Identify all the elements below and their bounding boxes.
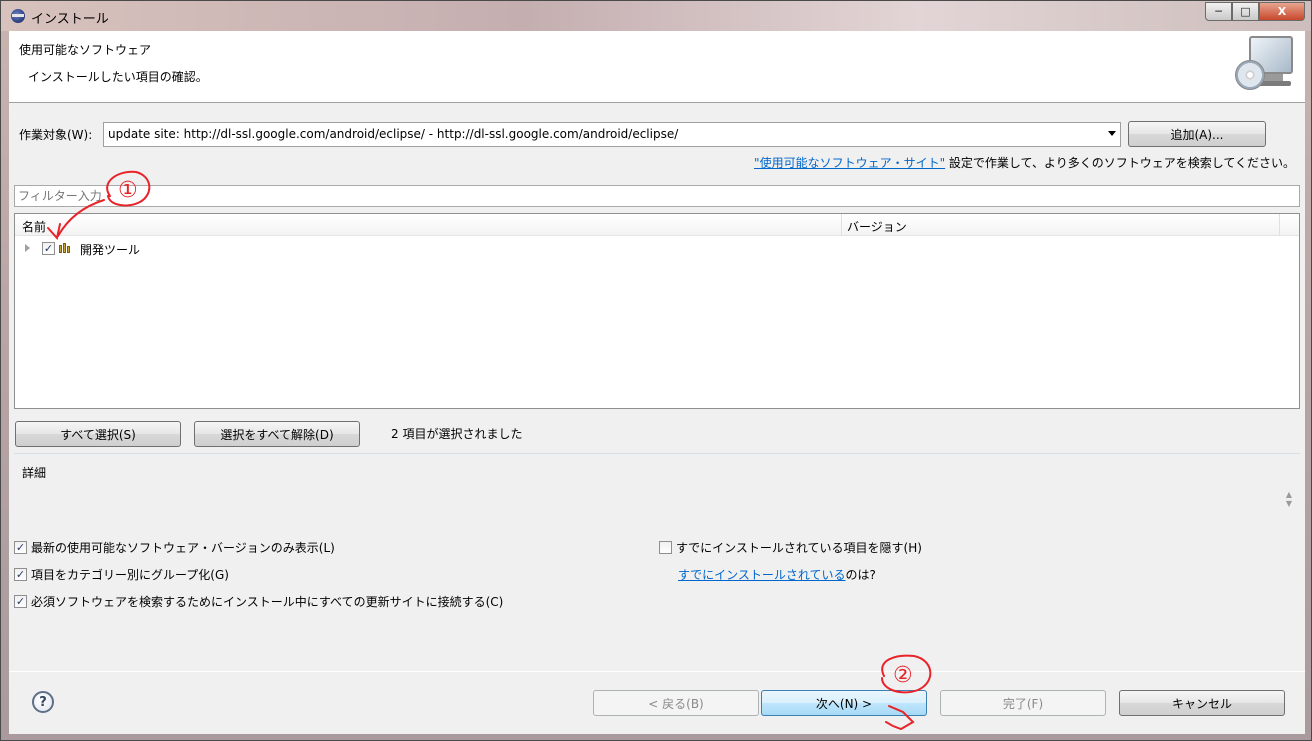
available-sites-hint: "使用可能なソフトウェア・サイト" 設定で作業して、より多くのソフトウェアを検索…: [754, 154, 1295, 171]
hide-installed-checkbox[interactable]: [659, 541, 672, 554]
software-tree[interactable]: 名前 バージョン ✓ 開発ツール: [14, 213, 1300, 409]
hide-installed-label: すでにインストールされている項目を隠す(H): [676, 541, 922, 555]
selection-status: 2 項目が選択されました: [391, 427, 523, 441]
latest-only-checkbox[interactable]: ✓: [14, 541, 27, 554]
work-with-combo[interactable]: update site: http://dl-ssl.google.com/an…: [103, 122, 1121, 147]
tree-row[interactable]: ✓ 開発ツール: [15, 238, 1299, 258]
tree-item-name: 開発ツール: [80, 243, 141, 257]
help-icon[interactable]: ?: [32, 691, 54, 713]
contact-all-sites-label: 必須ソフトウェアを検索するためにインストール中にすべての更新サイトに接続する(C…: [31, 595, 504, 609]
work-with-value: update site: http://dl-ssl.google.com/an…: [108, 127, 679, 141]
maximize-button[interactable]: □: [1232, 2, 1259, 21]
install-wizard-icon: [1233, 36, 1295, 94]
latest-only-label: 最新の使用可能なソフトウェア・バージョンのみ表示(L): [31, 541, 335, 555]
minimize-button[interactable]: ─: [1205, 2, 1232, 21]
close-button[interactable]: X: [1259, 2, 1305, 21]
column-name-header[interactable]: 名前: [22, 218, 46, 235]
deselect-all-button[interactable]: 選択をすべて解除(D): [194, 421, 360, 447]
dialog-client: 使用可能なソフトウェア インストールしたい項目の確認。 作業対象(W): upd…: [9, 31, 1305, 734]
already-installed-row: すでにインストールされている のは?: [678, 566, 876, 583]
group-by-category-label: 項目をカテゴリー別にグループ化(G): [31, 568, 229, 582]
eclipse-icon: [11, 9, 25, 23]
tree-item-checkbox[interactable]: ✓: [42, 242, 55, 255]
next-button[interactable]: 次へ(N) >: [761, 690, 927, 716]
column-version-header[interactable]: バージョン: [847, 218, 907, 235]
feature-category-icon: [59, 243, 73, 253]
expand-arrow-icon[interactable]: [25, 244, 30, 252]
contact-all-sites-checkbox[interactable]: ✓: [14, 595, 27, 608]
already-installed-suffix: のは?: [845, 568, 876, 582]
available-sites-link[interactable]: "使用可能なソフトウェア・サイト": [754, 156, 945, 170]
install-window: インストール ─ □ X 使用可能なソフトウェア インストールしたい項目の確認。…: [0, 0, 1312, 741]
window-controls: ─ □ X: [1205, 2, 1305, 21]
details-group: 詳細 ▲ ▼: [14, 453, 1300, 531]
add-site-button[interactable]: 追加(A)...: [1128, 121, 1266, 147]
option-group-by-category[interactable]: ✓ 項目をカテゴリー別にグループ化(G): [14, 566, 229, 583]
window-title: インストール: [31, 12, 109, 27]
footer-divider: [9, 671, 1305, 672]
cancel-button[interactable]: キャンセル: [1119, 690, 1285, 716]
option-contact-all-sites[interactable]: ✓ 必須ソフトウェアを検索するためにインストール中にすべての更新サイトに接続する…: [14, 593, 503, 610]
title-bar[interactable]: インストール ─ □ X: [1, 1, 1311, 31]
chevron-down-icon[interactable]: [1108, 131, 1116, 136]
details-scrollbar[interactable]: ▲ ▼: [1284, 490, 1294, 510]
tree-header: 名前 バージョン: [15, 214, 1299, 236]
header-banner: 使用可能なソフトウェア インストールしたい項目の確認。: [9, 31, 1305, 103]
group-by-category-checkbox[interactable]: ✓: [14, 568, 27, 581]
filter-field[interactable]: [14, 185, 1300, 207]
page-title: 使用可能なソフトウェア: [19, 43, 152, 57]
option-latest-only[interactable]: ✓ 最新の使用可能なソフトウェア・バージョンのみ表示(L): [14, 539, 335, 556]
finish-button[interactable]: 完了(F): [940, 690, 1106, 716]
select-all-button[interactable]: すべて選択(S): [15, 421, 181, 447]
available-sites-hint-text: 設定で作業して、より多くのソフトウェアを検索してください。: [945, 156, 1295, 170]
page-subtitle: インストールしたい項目の確認。: [28, 70, 208, 84]
already-installed-link[interactable]: すでにインストールされている: [678, 566, 846, 583]
work-with-label: 作業対象(W):: [19, 128, 93, 142]
filter-input[interactable]: [15, 186, 1299, 206]
details-label: 詳細: [22, 466, 47, 480]
option-hide-installed[interactable]: すでにインストールされている項目を隠す(H): [659, 539, 922, 556]
back-button[interactable]: < 戻る(B): [593, 690, 759, 716]
details-text-area[interactable]: [14, 480, 1300, 530]
